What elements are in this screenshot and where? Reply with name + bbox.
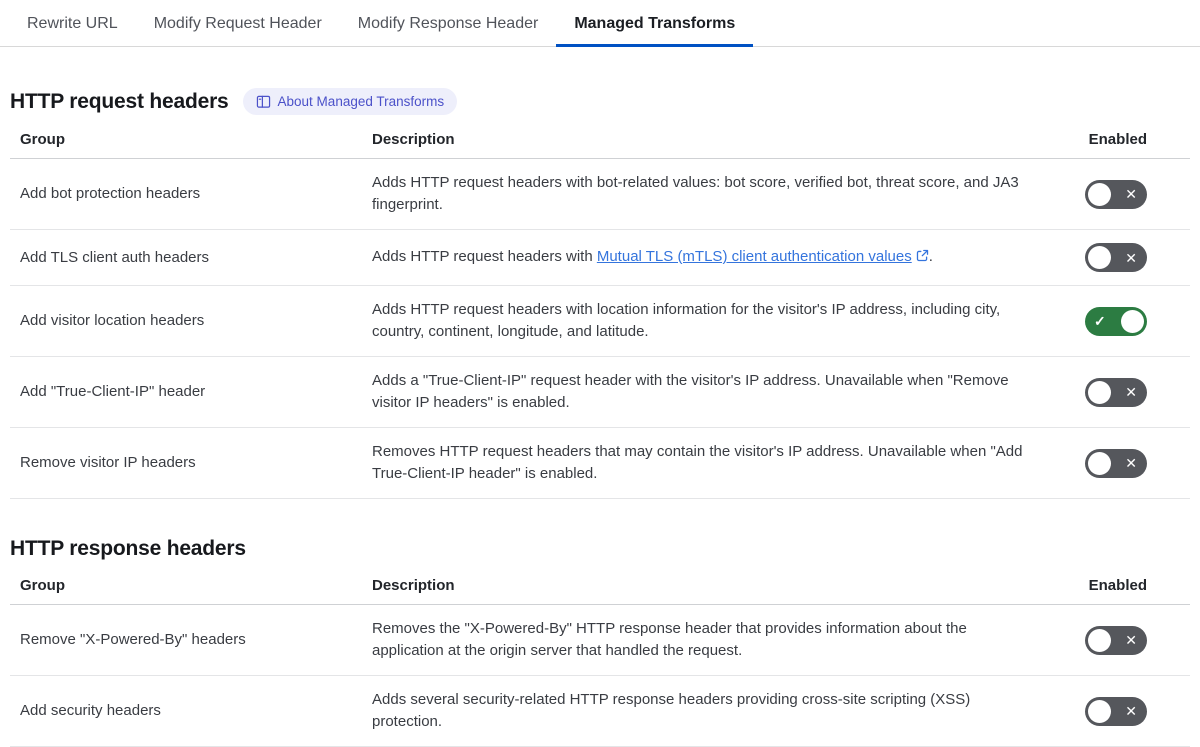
table-row: Add TLS client auth headers Adds HTTP re… xyxy=(10,229,1190,286)
mtls-docs-link[interactable]: Mutual TLS (mTLS) client authentication … xyxy=(597,248,912,265)
toggle-add-true-client-ip-header[interactable]: ✕ ✓ xyxy=(1085,377,1147,407)
toggle-remove-x-powered-by-headers[interactable]: ✕ ✓ xyxy=(1085,625,1147,655)
table-row: Remove visitor IP headers Removes HTTP r… xyxy=(10,427,1190,499)
column-header-description: Description xyxy=(362,125,1060,159)
description-cell: Adds several security-related HTTP respo… xyxy=(362,675,1060,747)
table-row: Add visitor location headers Adds HTTP r… xyxy=(10,285,1190,357)
response-headers-title: HTTP response headers xyxy=(10,537,246,560)
x-icon: ✕ xyxy=(1125,632,1137,648)
tab-modify-response-header[interactable]: Modify Response Header xyxy=(340,0,557,47)
toggle-knob xyxy=(1088,628,1111,652)
group-cell: Remove "X-Powered-By" headers xyxy=(10,604,362,676)
request-headers-table: Group Description Enabled Add bot protec… xyxy=(10,125,1190,499)
request-headers-section-head: HTTP request headers About Managed Trans… xyxy=(10,88,1190,115)
description-cell: Removes HTTP request headers that may co… xyxy=(362,427,1060,499)
group-cell: Add TLS client auth headers xyxy=(10,229,362,286)
toggle-add-bot-protection-headers[interactable]: ✕ ✓ xyxy=(1085,179,1147,209)
external-link-icon xyxy=(916,247,929,269)
toggle-knob xyxy=(1088,451,1111,475)
x-icon: ✕ xyxy=(1125,703,1137,719)
description-cell: Removes the "X-Powered-By" HTTP response… xyxy=(362,604,1060,676)
description-cell: Adds a "True-Client-IP" request header w… xyxy=(362,356,1060,428)
column-header-description: Description xyxy=(362,571,1060,605)
check-icon: ✓ xyxy=(1094,313,1106,329)
column-header-enabled: Enabled xyxy=(1060,125,1190,159)
tab-bar: Rewrite URL Modify Request Header Modify… xyxy=(0,0,1200,47)
description-cell: Adds HTTP request headers with bot-relat… xyxy=(362,158,1060,230)
table-row: Remove "X-Powered-By" headers Removes th… xyxy=(10,604,1190,676)
table-header-row: Group Description Enabled xyxy=(10,125,1190,159)
x-icon: ✕ xyxy=(1125,249,1137,266)
description-cell: Adds HTTP request headers with location … xyxy=(362,285,1060,357)
table-header-row: Group Description Enabled xyxy=(10,571,1190,605)
toggle-knob xyxy=(1121,309,1144,333)
description-cell: Adds HTTP request headers with Mutual TL… xyxy=(362,229,1060,286)
description-text: . xyxy=(928,248,933,265)
toggle-knob xyxy=(1088,699,1111,723)
book-icon xyxy=(256,95,271,109)
group-cell: Add visitor location headers xyxy=(10,285,362,357)
toggle-add-tls-client-auth-headers[interactable]: ✕ ✓ xyxy=(1085,243,1147,272)
description-text: Adds HTTP request headers with xyxy=(372,248,597,265)
toggle-add-security-headers[interactable]: ✕ ✓ xyxy=(1085,696,1147,726)
group-cell: Add security headers xyxy=(10,675,362,747)
about-managed-transforms-badge[interactable]: About Managed Transforms xyxy=(242,88,458,115)
table-row: Add bot protection headers Adds HTTP req… xyxy=(10,158,1190,230)
toggle-add-visitor-location-headers[interactable]: ✕ ✓ xyxy=(1085,306,1147,336)
toggle-knob xyxy=(1088,380,1111,404)
toggle-knob xyxy=(1088,182,1111,206)
x-icon: ✕ xyxy=(1125,455,1137,471)
response-headers-table: Group Description Enabled Remove "X-Powe… xyxy=(10,571,1190,747)
tab-rewrite-url[interactable]: Rewrite URL xyxy=(9,0,136,47)
column-header-group: Group xyxy=(10,571,362,605)
group-cell: Remove visitor IP headers xyxy=(10,427,362,499)
tab-modify-request-header[interactable]: Modify Request Header xyxy=(136,0,340,47)
response-headers-section-head: HTTP response headers xyxy=(10,537,1190,561)
x-icon: ✕ xyxy=(1125,186,1137,202)
toggle-remove-visitor-ip-headers[interactable]: ✕ ✓ xyxy=(1085,448,1147,478)
tab-managed-transforms[interactable]: Managed Transforms xyxy=(556,0,754,47)
x-icon: ✕ xyxy=(1125,384,1137,400)
column-header-group: Group xyxy=(10,125,362,159)
managed-transforms-panel: HTTP request headers About Managed Trans… xyxy=(0,88,1200,747)
toggle-knob xyxy=(1088,246,1111,269)
request-headers-title: HTTP request headers xyxy=(10,89,229,113)
table-row: Add "True-Client-IP" header Adds a "True… xyxy=(10,356,1190,428)
group-cell: Add bot protection headers xyxy=(10,158,362,230)
group-cell: Add "True-Client-IP" header xyxy=(10,356,362,428)
about-managed-transforms-label: About Managed Transforms xyxy=(277,94,445,109)
table-row: Add security headers Adds several securi… xyxy=(10,675,1190,747)
column-header-enabled: Enabled xyxy=(1060,571,1190,605)
